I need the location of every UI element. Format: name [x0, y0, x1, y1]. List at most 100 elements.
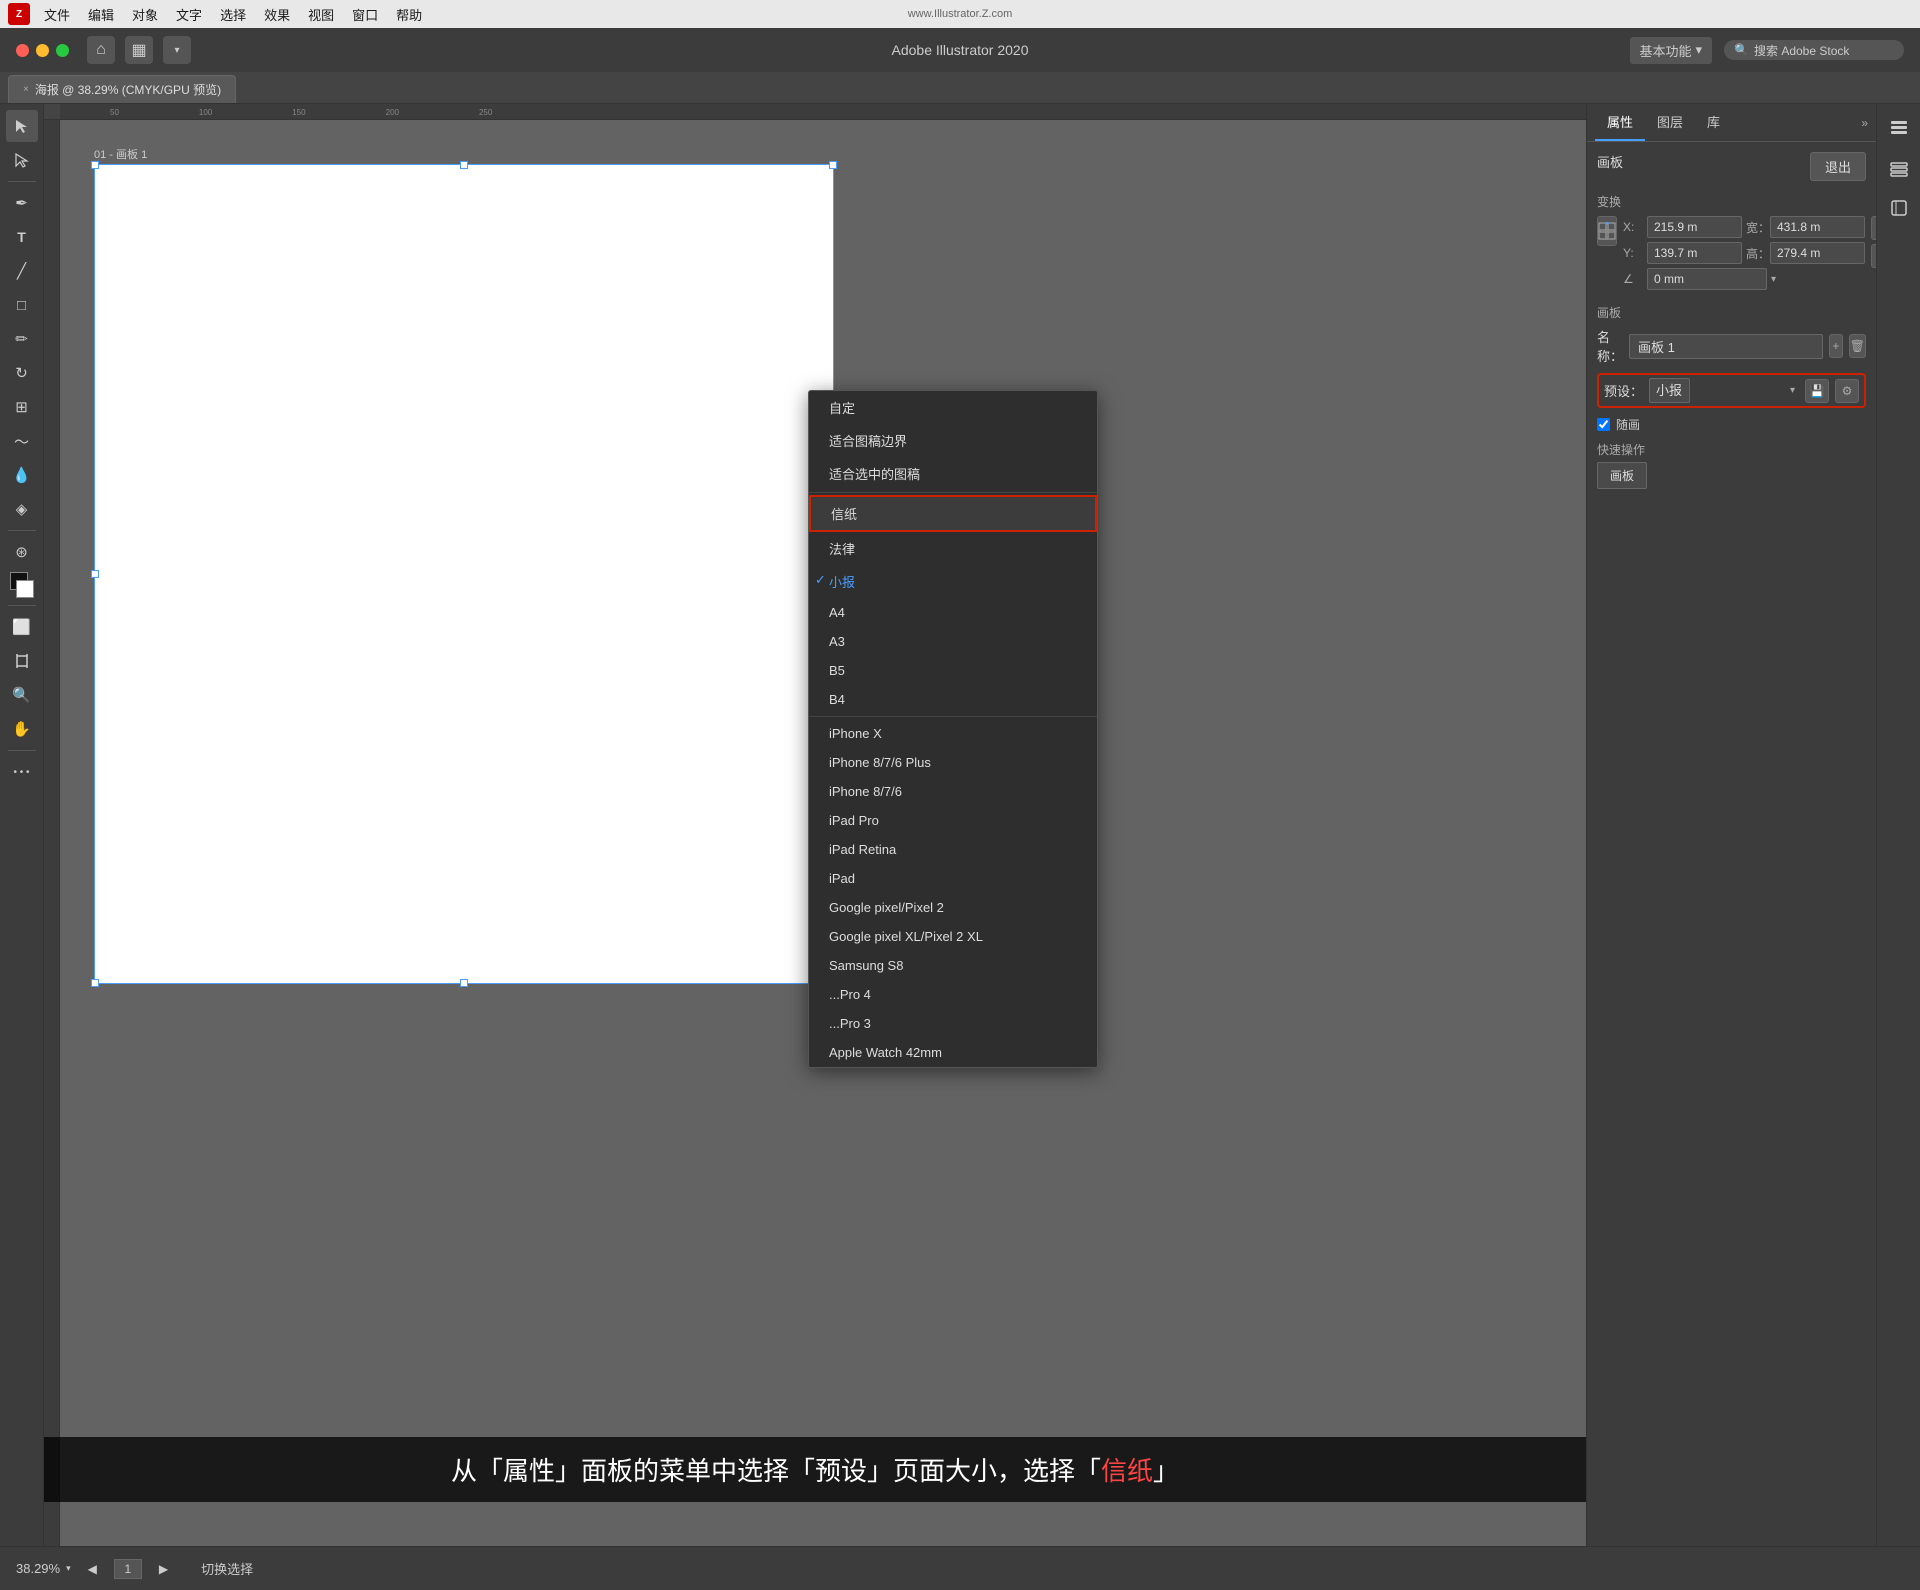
angle-unit-dropdown[interactable]: ▾	[1771, 274, 1776, 285]
background-color[interactable]	[16, 580, 34, 598]
zoom-dropdown-icon[interactable]: ▾	[66, 1563, 71, 1574]
tab-properties[interactable]: 属性	[1595, 104, 1645, 141]
menu-text[interactable]: 文字	[168, 3, 210, 26]
menu-select[interactable]: 选择	[212, 3, 254, 26]
library-strip-icon[interactable]	[1883, 192, 1915, 224]
dropdown-item-iphone-876-plus[interactable]: iPhone 8/7/6 Plus	[809, 748, 1097, 777]
menu-file[interactable]: 文件	[36, 3, 78, 26]
preset-options-icon[interactable]: ⚙	[1835, 379, 1859, 403]
menu-edit[interactable]: 编辑	[80, 3, 122, 26]
tool-pen[interactable]: ✒	[6, 187, 38, 219]
handle-top-center[interactable]	[460, 161, 468, 169]
dropdown-item-legal[interactable]: 法律	[809, 532, 1097, 565]
dropdown-item-apple-watch-42[interactable]: Apple Watch 42mm	[809, 1038, 1097, 1067]
height-input[interactable]	[1770, 242, 1865, 264]
dropdown-item-ipad-pro[interactable]: iPad Pro	[809, 806, 1097, 835]
add-artboard-icon[interactable]: +	[1829, 334, 1843, 358]
handle-top-right[interactable]	[829, 161, 837, 169]
panel-content: 画板 退出 变换	[1587, 142, 1876, 1546]
nav-prev-button[interactable]: ◀	[83, 1560, 102, 1578]
dropdown-item-iphone-x[interactable]: iPhone X	[809, 719, 1097, 748]
tool-paintbrush[interactable]: ✏	[6, 323, 38, 355]
search-input[interactable]	[1754, 43, 1894, 57]
close-window-button[interactable]	[16, 44, 29, 57]
dropdown-item-fit-selection[interactable]: 适合选中的图稿	[809, 457, 1097, 490]
tool-more[interactable]: • • •	[6, 756, 38, 788]
handle-top-left[interactable]	[91, 161, 99, 169]
tool-line[interactable]: ╱	[6, 255, 38, 287]
tool-shape[interactable]: □	[6, 289, 38, 321]
dropdown-item-surface-pro4[interactable]: ...Pro 4	[809, 980, 1097, 1009]
with-artwork-checkbox[interactable]	[1597, 418, 1610, 431]
grid-icon[interactable]: ▦	[125, 36, 153, 64]
menu-help[interactable]: 帮助	[388, 3, 430, 26]
page-input[interactable]	[114, 1559, 142, 1579]
dropdown-item-iphone-876[interactable]: iPhone 8/7/6	[809, 777, 1097, 806]
search-bar[interactable]: 🔍	[1724, 40, 1904, 60]
dropdown-item-samsung-s8[interactable]: Samsung S8	[809, 951, 1097, 980]
nav-next-button[interactable]: ▶	[154, 1560, 173, 1578]
workspace-button[interactable]: 基本功能 ▾	[1630, 37, 1713, 64]
save-preset-icon[interactable]: 💾	[1805, 379, 1829, 403]
menu-effect[interactable]: 效果	[256, 3, 298, 26]
menu-view[interactable]: 视图	[300, 3, 342, 26]
dropdown-item-b5[interactable]: B5	[809, 656, 1097, 685]
artboard-label: 01 - 画板 1	[94, 146, 147, 162]
preset-select[interactable]: 小报	[1649, 378, 1690, 403]
home-icon[interactable]: ⌂	[87, 36, 115, 64]
maximize-window-button[interactable]	[56, 44, 69, 57]
far-right-strip	[1876, 104, 1920, 1546]
dropdown-item-a3[interactable]: A3	[809, 627, 1097, 656]
angle-row: ∠ ▾	[1623, 268, 1865, 290]
y-input[interactable]	[1647, 242, 1742, 264]
tool-layers[interactable]: ⬜	[6, 611, 38, 643]
panel-expand-icon[interactable]: »	[1861, 116, 1868, 130]
x-input[interactable]	[1647, 216, 1742, 238]
close-tab-icon[interactable]: ×	[23, 84, 29, 95]
height-label: 高：	[1746, 245, 1766, 262]
tool-select[interactable]	[6, 110, 38, 142]
tool-eyedropper[interactable]: 💧	[6, 459, 38, 491]
dropdown-item-a4[interactable]: A4	[809, 598, 1097, 627]
minimize-window-button[interactable]	[36, 44, 49, 57]
tool-symbol[interactable]: ⊛	[6, 536, 38, 568]
dropdown-item-ipad-retina[interactable]: iPad Retina	[809, 835, 1097, 864]
dropdown-item-b4[interactable]: B4	[809, 685, 1097, 714]
dropdown-item-custom[interactable]: 自定	[809, 391, 1097, 424]
tool-hand[interactable]: ✋	[6, 713, 38, 745]
tool-scale[interactable]: ⊞	[6, 391, 38, 423]
exit-button[interactable]: 退出	[1810, 152, 1866, 181]
color-swatches[interactable]	[6, 572, 38, 598]
dropdown-item-ipad[interactable]: iPad	[809, 864, 1097, 893]
properties-strip-icon[interactable]	[1883, 112, 1915, 144]
tool-type[interactable]: T	[6, 221, 38, 253]
tool-rotate[interactable]: ↻	[6, 357, 38, 389]
handle-bottom-center[interactable]	[460, 979, 468, 987]
dropdown-item-tabloid[interactable]: ✓ 小报	[809, 565, 1097, 598]
menu-object[interactable]: 对象	[124, 3, 166, 26]
angle-input[interactable]	[1647, 268, 1767, 290]
menu-window[interactable]: 窗口	[344, 3, 386, 26]
delete-artboard-icon[interactable]: 🗑	[1849, 334, 1866, 358]
chevron-down-icon[interactable]: ▾	[163, 36, 191, 64]
tool-warp[interactable]: 〜	[6, 425, 38, 457]
dropdown-item-surface-pro3[interactable]: ...Pro 3	[809, 1009, 1097, 1038]
artboard-name-input[interactable]	[1629, 334, 1823, 359]
width-input[interactable]	[1770, 216, 1865, 238]
dropdown-item-google-pixel2[interactable]: Google pixel/Pixel 2	[809, 893, 1097, 922]
quick-action-button[interactable]: 画板	[1597, 462, 1647, 489]
tab-library[interactable]: 库	[1695, 104, 1732, 141]
dropdown-item-letter[interactable]: 信纸	[809, 495, 1097, 532]
tab-layers[interactable]: 图层	[1645, 104, 1695, 141]
dropdown-item-fit-artwork[interactable]: 适合图稿边界	[809, 424, 1097, 457]
layers-strip-icon[interactable]	[1883, 152, 1915, 184]
tool-blend[interactable]: ◈	[6, 493, 38, 525]
tool-artboard[interactable]	[6, 645, 38, 677]
tool-direct-select[interactable]	[6, 144, 38, 176]
handle-middle-left[interactable]	[91, 570, 99, 578]
dropdown-item-google-pixel2-xl[interactable]: Google pixel XL/Pixel 2 XL	[809, 922, 1097, 951]
handle-bottom-left[interactable]	[91, 979, 99, 987]
tool-zoom[interactable]: 🔍	[6, 679, 38, 711]
document-tab[interactable]: × 海报 @ 38.29% (CMYK/GPU 预览)	[8, 75, 236, 103]
panel-tabs: 属性 图层 库 »	[1587, 104, 1876, 142]
